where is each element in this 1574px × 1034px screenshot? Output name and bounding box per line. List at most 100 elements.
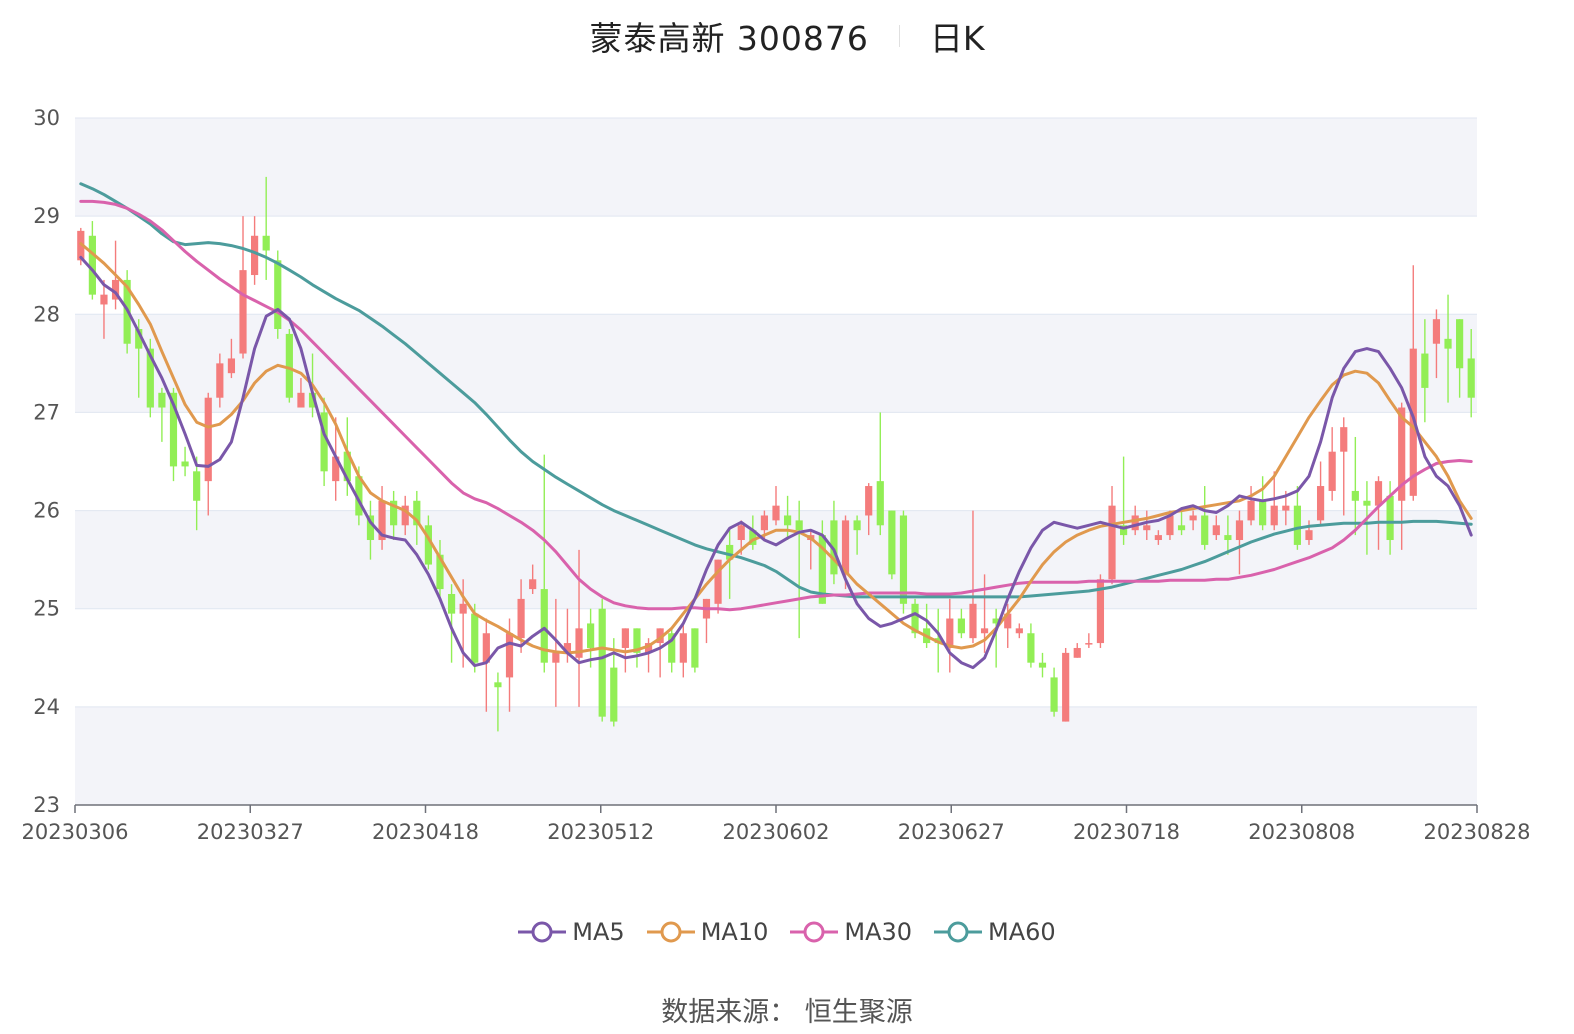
candle-body	[587, 623, 595, 648]
candle-body	[1340, 427, 1348, 452]
candle-body	[1270, 505, 1278, 526]
candle	[876, 412, 884, 536]
candle	[181, 446, 189, 477]
grid-lines	[75, 117, 1477, 806]
candle-body	[1444, 338, 1452, 349]
ma5-legend-icon	[518, 921, 567, 943]
candle	[1120, 456, 1128, 545]
candle-body	[853, 520, 861, 531]
candle-body	[1015, 628, 1023, 634]
candle-body	[760, 515, 769, 531]
y-tick-label: 24	[33, 695, 60, 719]
legend-label: MA10	[700, 918, 769, 946]
candle-body	[447, 593, 456, 614]
candle-body	[1247, 500, 1255, 521]
grid-band	[75, 314, 1477, 413]
legend-item-ma10[interactable]: MA10	[646, 918, 769, 946]
y-tick-label: 27	[33, 400, 60, 424]
candle-body	[193, 471, 201, 501]
candle-body	[1212, 525, 1220, 536]
candle	[1293, 486, 1301, 550]
candle-body	[1143, 525, 1151, 531]
candle-body	[946, 618, 954, 648]
candle-body	[227, 358, 236, 374]
ma10-legend-icon	[646, 921, 695, 943]
ma60-legend-icon	[934, 921, 983, 943]
y-tick-label: 29	[33, 204, 60, 228]
candle-body	[262, 235, 270, 251]
candles	[77, 176, 1475, 732]
candle-body	[737, 525, 745, 541]
y-axis: 23 24 25 26 27 28 29 30	[33, 106, 60, 817]
x-tick-label: 20230306	[22, 820, 129, 844]
candle-body	[285, 333, 293, 398]
legend-item-ma30[interactable]: MA30	[790, 918, 912, 946]
candle-body	[1328, 451, 1336, 491]
candlestick-chart: 23 24 25 26 27 28 29 30 20230306 20230327 2023041…	[22, 106, 1531, 844]
candle-body	[969, 603, 977, 639]
legend-item-ma60[interactable]: MA60	[934, 918, 1056, 946]
candle	[1027, 623, 1035, 668]
y-tick-label: 26	[33, 499, 60, 523]
candle-body	[1316, 486, 1325, 521]
grid-bands	[75, 118, 1477, 805]
candle-body	[216, 363, 224, 398]
candle-body	[888, 510, 896, 575]
candle-body	[876, 481, 884, 526]
candle	[1096, 574, 1105, 648]
candle	[204, 392, 212, 516]
candle-body	[1432, 319, 1441, 344]
candle-body	[598, 608, 606, 717]
candle-body	[1467, 358, 1475, 398]
candle-body	[1351, 490, 1359, 501]
legend-item-ma5[interactable]: MA5	[518, 918, 625, 946]
x-axis: 20230306 20230327 20230418 20230512 20230602…	[22, 804, 1530, 844]
candle-body	[1038, 662, 1047, 668]
candle	[1247, 486, 1255, 526]
candle-body	[1189, 515, 1197, 521]
candle-body	[1154, 535, 1162, 541]
candle-body	[158, 392, 166, 408]
candle	[88, 221, 96, 300]
candle	[1073, 643, 1081, 658]
candle	[1050, 667, 1058, 717]
candle-body	[471, 613, 479, 663]
x-tick-label: 20230512	[547, 820, 654, 844]
candle	[239, 216, 247, 359]
candle-body	[1386, 495, 1394, 541]
candle-body	[1363, 500, 1371, 506]
legend: MA5 MA10 MA30 MA60	[0, 912, 1574, 952]
candle	[888, 510, 896, 580]
candle-body	[529, 579, 537, 590]
candle-body	[679, 633, 687, 663]
candle-body	[181, 461, 189, 467]
candle-body	[552, 652, 560, 663]
candle-body	[783, 515, 792, 526]
candle-body	[239, 270, 247, 354]
candle-body	[1085, 643, 1093, 645]
candle-body	[204, 397, 212, 482]
y-tick-label: 23	[33, 793, 60, 817]
candle-body	[957, 618, 965, 634]
candle-body	[494, 682, 502, 688]
candle	[702, 598, 711, 644]
grid-band	[75, 706, 1477, 805]
grid-band	[75, 118, 1477, 217]
candle	[158, 387, 166, 442]
candle-body	[1027, 633, 1035, 663]
legend-label: MA5	[572, 918, 625, 946]
candle	[946, 598, 954, 673]
legend-label: MA60	[988, 918, 1056, 946]
candle	[1085, 633, 1093, 648]
y-tick-label: 30	[33, 106, 60, 130]
candle-body	[1305, 530, 1313, 541]
candle-body	[610, 667, 618, 722]
candle-body	[459, 603, 467, 614]
x-tick-label: 20230808	[1248, 820, 1355, 844]
candle-body	[865, 486, 873, 516]
candle-body	[1282, 505, 1290, 511]
y-tick-label: 28	[33, 302, 60, 326]
candle-body	[274, 260, 282, 330]
ma30-legend-icon	[790, 921, 839, 943]
candle-body	[251, 235, 259, 276]
